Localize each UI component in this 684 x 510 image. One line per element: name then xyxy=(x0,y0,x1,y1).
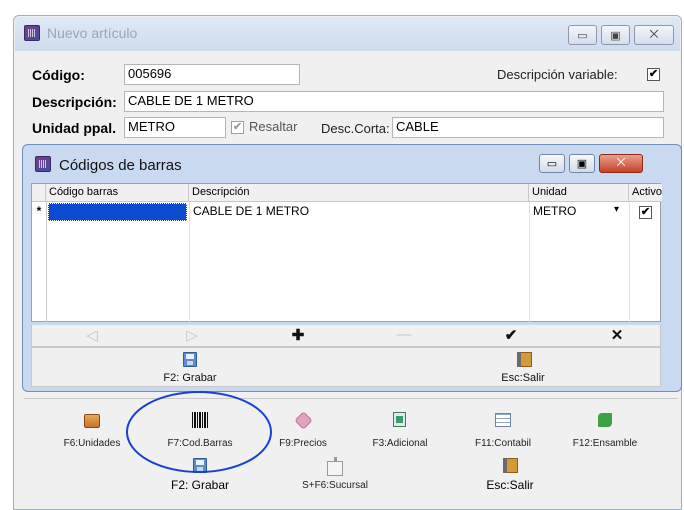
puzzle-icon xyxy=(598,413,612,427)
box-icon xyxy=(84,414,100,428)
dialog-maximize-button[interactable]: ▣ xyxy=(569,154,595,173)
branch-icon xyxy=(327,457,343,476)
toolbar-precios-button[interactable]: F9:Precios xyxy=(263,410,343,450)
grid-navigator: ◁ ▷ ✚ — ✔ ✕ xyxy=(31,325,661,347)
unidad-dropdown-icon[interactable]: ▾ xyxy=(611,202,627,221)
document-icon xyxy=(393,412,406,427)
dialog-save-label: F2: Grabar xyxy=(163,372,217,384)
nav-insert-button[interactable]: ✚ xyxy=(288,326,308,344)
codigo-label: Código: xyxy=(32,67,85,83)
toolbar-exit-button[interactable]: Esc:Salir xyxy=(470,456,550,494)
barcode-grid: Código barras Descripción Unidad Activo … xyxy=(31,183,662,322)
maximize-button[interactable]: ▣ xyxy=(601,25,630,45)
dialog-exit-button[interactable]: Esc:Salir xyxy=(488,350,558,386)
col-header-activo[interactable]: Activo xyxy=(629,184,662,202)
dialog-app-icon xyxy=(35,156,51,172)
unidad-ppal-field[interactable]: METRO xyxy=(124,117,226,138)
cell-unidad[interactable]: METRO xyxy=(530,202,610,221)
maximize-icon: ▣ xyxy=(610,29,621,42)
nav-prior-button[interactable]: ▷ xyxy=(182,326,202,344)
col-header-codigo[interactable]: Código barras xyxy=(46,184,189,202)
dialog-title: Códigos de barras xyxy=(59,157,182,174)
nav-delete-button[interactable]: — xyxy=(394,326,414,343)
nav-post-button[interactable]: ✔ xyxy=(501,326,521,344)
minimize-button[interactable]: ▭ xyxy=(568,25,597,45)
toolbar-precios-label: F9:Precios xyxy=(279,438,327,449)
toolbar-ensamble-label: F12:Ensamble xyxy=(572,438,638,449)
exit-door-icon xyxy=(503,458,518,473)
cell-descripcion[interactable]: CABLE DE 1 METRO xyxy=(190,202,528,221)
highlight-ellipse xyxy=(126,391,272,473)
window-title-bar: Nuevo artículo ▭ ▣ ⨉ xyxy=(15,17,680,51)
nav-first-button[interactable]: ◁ xyxy=(82,326,102,344)
toolbar-adicional-button[interactable]: F3:Adicional xyxy=(355,410,445,450)
toolbar-ensamble-button[interactable]: F12:Ensamble xyxy=(560,410,650,450)
toolbar-adicional-label: F3:Adicional xyxy=(372,438,428,449)
close-icon: ⨉ xyxy=(616,157,626,169)
tag-icon xyxy=(294,411,313,430)
toolbar-contabil-label: F11:Contabil xyxy=(475,438,531,449)
dialog-footer: F2: Grabar Esc:Salir xyxy=(31,347,661,387)
cell-codigo-barras[interactable] xyxy=(48,203,187,221)
cell-activo-checkbox[interactable]: ✔ xyxy=(639,206,652,219)
desc-corta-label: Desc.Corta: xyxy=(321,121,390,136)
codigo-field[interactable]: 005696 xyxy=(124,64,300,85)
maximize-icon: ▣ xyxy=(576,158,588,170)
dialog-exit-label: Esc:Salir xyxy=(501,372,545,384)
dialog-minimize-button[interactable]: ▭ xyxy=(539,154,565,173)
toolbar-sucursal-label: S+F6:Sucursal xyxy=(302,480,368,491)
descripcion-field[interactable]: CABLE DE 1 METRO xyxy=(124,91,664,112)
exit-door-icon xyxy=(517,352,532,367)
resaltar-checkbox[interactable]: ✔ xyxy=(231,121,244,134)
toolbar-contabil-button[interactable]: F11:Contabil xyxy=(463,410,543,450)
grid-indicator-header xyxy=(32,184,46,202)
descripcion-variable-label: Descripción variable: xyxy=(497,67,618,82)
close-icon: ⨉ xyxy=(649,28,659,41)
descripcion-label: Descripción: xyxy=(32,94,117,110)
nav-cancel-button[interactable]: ✕ xyxy=(607,326,627,344)
toolbar-exit-label: Esc:Salir xyxy=(486,478,534,492)
app-icon xyxy=(24,25,40,41)
toolbar-sucursal-button[interactable]: S+F6:Sucursal xyxy=(290,456,380,494)
toolbar-unidades-label: F6:Unidades xyxy=(63,438,121,449)
codigos-barras-dialog: Códigos de barras ▭ ▣ ⨉ Código barras De… xyxy=(22,144,682,392)
desc-corta-field[interactable]: CABLE xyxy=(392,117,664,138)
col-header-descripcion[interactable]: Descripción xyxy=(189,184,529,202)
close-button[interactable]: ⨉ xyxy=(634,25,674,45)
unidad-ppal-label: Unidad ppal. xyxy=(32,120,116,136)
table-icon xyxy=(495,413,511,427)
descripcion-variable-checkbox[interactable]: ✔ xyxy=(647,68,660,81)
save-icon xyxy=(183,352,197,367)
row-indicator: * xyxy=(36,204,42,218)
resaltar-label: Resaltar xyxy=(249,119,298,134)
window-title: Nuevo artículo xyxy=(47,25,138,41)
dialog-save-button[interactable]: F2: Grabar xyxy=(150,350,230,386)
dialog-close-button[interactable]: ⨉ xyxy=(599,154,643,173)
minimize-icon: ▭ xyxy=(577,29,588,42)
toolbar-save-label: F2: Grabar xyxy=(170,478,230,492)
minimize-icon: ▭ xyxy=(546,158,558,170)
toolbar-unidades-button[interactable]: F6:Unidades xyxy=(52,410,132,450)
col-header-unidad[interactable]: Unidad xyxy=(529,184,629,202)
